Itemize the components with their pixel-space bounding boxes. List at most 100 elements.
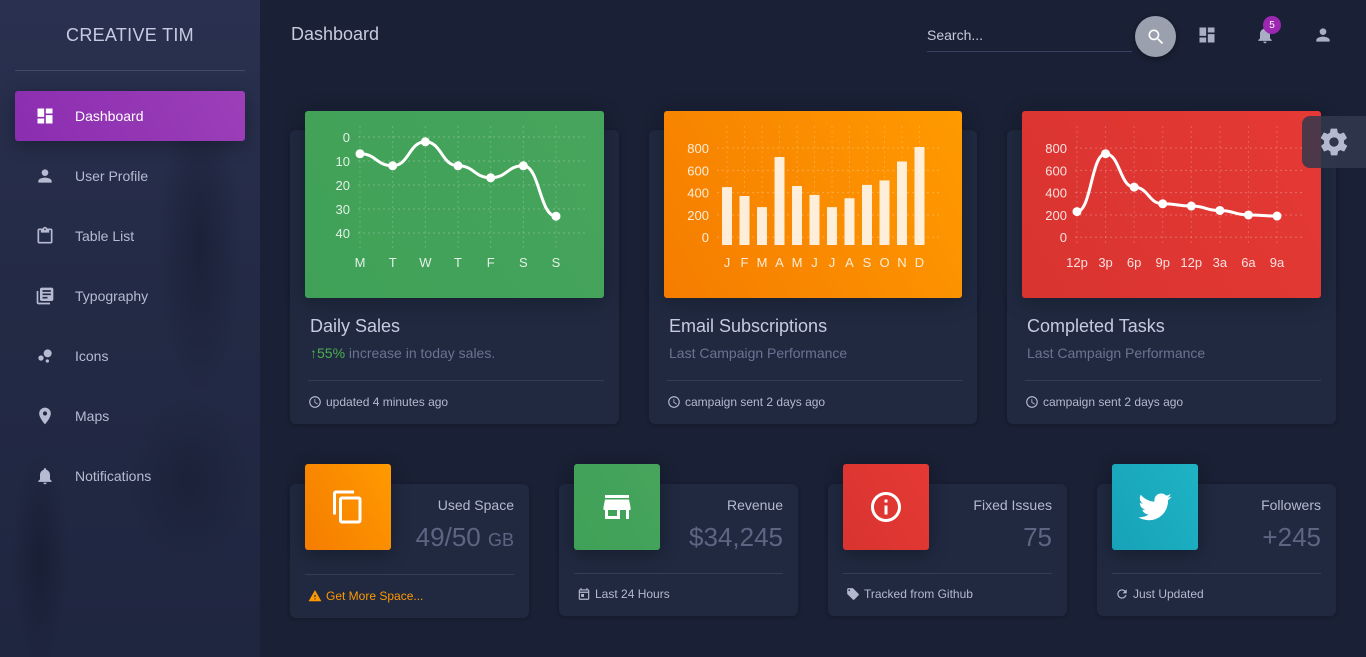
location-icon [35, 406, 55, 426]
sidebar-item-typography[interactable]: Typography [15, 271, 245, 321]
x-tick-label: 9a [1270, 255, 1285, 270]
sidebar-item-label: Notifications [75, 468, 152, 484]
x-tick-label: A [775, 255, 784, 270]
library-books-icon [35, 286, 55, 306]
card-subtitle: ↑55% increase in today sales. [310, 345, 495, 361]
sidebar-item-maps[interactable]: Maps [15, 391, 245, 441]
bar [827, 207, 837, 245]
card-footer: campaign sent 2 days ago [1025, 395, 1183, 409]
info-icon [871, 492, 901, 522]
bar [914, 147, 925, 245]
page-title[interactable]: Dashboard [291, 24, 379, 45]
card-title: Email Subscriptions [669, 316, 828, 336]
x-tick-label: M [757, 255, 768, 270]
data-point [1101, 149, 1111, 159]
footer-text: updated 4 minutes ago [326, 395, 449, 409]
increase-percent: 55% [317, 345, 346, 361]
data-point [551, 211, 561, 221]
x-tick-label: 9p [1155, 255, 1169, 270]
card-subtitle: Last Campaign Performance [669, 345, 848, 361]
card-subtitle: Last Campaign Performance [1027, 345, 1206, 361]
completed-tasks-chart: 0 200 400 600 800 12p 3p 6p 9p 12p 3a 6a 9a [1022, 111, 1321, 298]
dashboard-toggle-button[interactable] [1197, 25, 1217, 45]
x-tick-label: S [519, 255, 528, 270]
fixed-issues-icon-box [843, 464, 929, 550]
y-tick-label: 600 [1045, 163, 1067, 178]
y-tick-label: 200 [687, 208, 709, 223]
x-tick-label: J [829, 255, 836, 270]
x-tick-label: 3a [1213, 255, 1228, 270]
card-divider [574, 573, 783, 574]
stat-value: 49/50 GB [416, 522, 514, 553]
footer-text: Just Updated [1133, 587, 1204, 601]
bar [757, 207, 767, 245]
card-title: Daily Sales [310, 316, 401, 336]
x-tick-label: 12p [1066, 255, 1088, 270]
x-tick-label: F [741, 255, 749, 270]
refresh-icon [1117, 589, 1127, 599]
y-tick-label: 40 [336, 226, 350, 241]
x-tick-label: T [454, 255, 462, 270]
data-point [1243, 210, 1253, 220]
y-tick-label: 20 [336, 178, 350, 193]
x-tick-label: 12p [1180, 255, 1202, 270]
stat-value: 75 [1023, 522, 1052, 552]
sidebar-item-dashboard[interactable]: Dashboard [15, 91, 245, 141]
card-divider [1112, 573, 1321, 574]
copy-icon [333, 490, 362, 524]
y-tick-label: 0 [702, 230, 709, 245]
sidebar-item-notifications[interactable]: Notifications [15, 451, 245, 501]
sidebar-item-table-list[interactable]: Table List [15, 211, 245, 261]
sidebar-item-user-profile[interactable]: User Profile [15, 151, 245, 201]
card-footer[interactable]: Get More Space... [308, 589, 423, 603]
gear-icon [1320, 128, 1348, 156]
card-divider [667, 380, 962, 381]
sidebar-item-icons[interactable]: Icons [15, 331, 245, 381]
notification-badge: 5 [1263, 16, 1281, 34]
brand-logo[interactable]: CREATIVE TIM [0, 0, 260, 70]
card-divider [305, 574, 514, 575]
search-button[interactable] [1135, 16, 1176, 57]
sidebar-item-label: Maps [75, 408, 110, 424]
y-tick-label: 800 [1045, 141, 1067, 156]
settings-button[interactable] [1302, 116, 1366, 168]
x-tick-label: W [419, 255, 432, 270]
card-footer: campaign sent 2 days ago [667, 395, 825, 409]
data-point [355, 149, 365, 159]
data-point [388, 161, 398, 171]
bar [809, 194, 820, 245]
data-point [1158, 199, 1168, 209]
account-button[interactable] [1313, 25, 1333, 45]
completed-tasks-line-chart: 0 200 400 600 800 12p 3p 6p 9p 12p 3a 6a 9a [1045, 126, 1302, 270]
data-point [1272, 211, 1282, 221]
email-subscriptions-bar-chart: 0200400600800J F M A M J J A S O N D [687, 126, 942, 270]
data-point [1072, 207, 1082, 217]
card-footer: updated 4 minutes ago [308, 395, 448, 409]
x-tick-label: J [811, 255, 818, 270]
get-more-space-link[interactable]: Get More Space... [326, 589, 423, 603]
stat-value: +245 [1262, 522, 1321, 552]
sidebar-item-label: Typography [75, 288, 149, 304]
stat-number: 49/50 [415, 522, 481, 552]
x-tick-label: J [724, 255, 731, 270]
used-space-icon-box [305, 464, 391, 550]
twitter-icon [1138, 493, 1172, 521]
card-footer: Just Updated [1115, 587, 1204, 601]
y-tick-label: 10 [336, 154, 350, 169]
card-divider [1025, 380, 1321, 381]
subtitle-text: increase in today sales. [345, 345, 496, 361]
warning-icon [308, 590, 322, 602]
search-input[interactable] [927, 22, 1132, 48]
bar [792, 185, 802, 245]
sidebar-item-label: Icons [75, 348, 109, 364]
daily-sales-line-chart: 0 10 20 30 40 M T W T F S S [336, 126, 585, 270]
bar [774, 157, 785, 245]
bell-icon [35, 466, 55, 486]
clock-icon [1026, 396, 1038, 408]
stat-label: Used Space [437, 497, 514, 513]
x-tick-label: M [355, 255, 366, 270]
y-tick-label: 600 [687, 163, 709, 178]
data-point [1129, 182, 1139, 192]
y-tick-label: 200 [1045, 208, 1067, 223]
data-point [518, 161, 528, 171]
